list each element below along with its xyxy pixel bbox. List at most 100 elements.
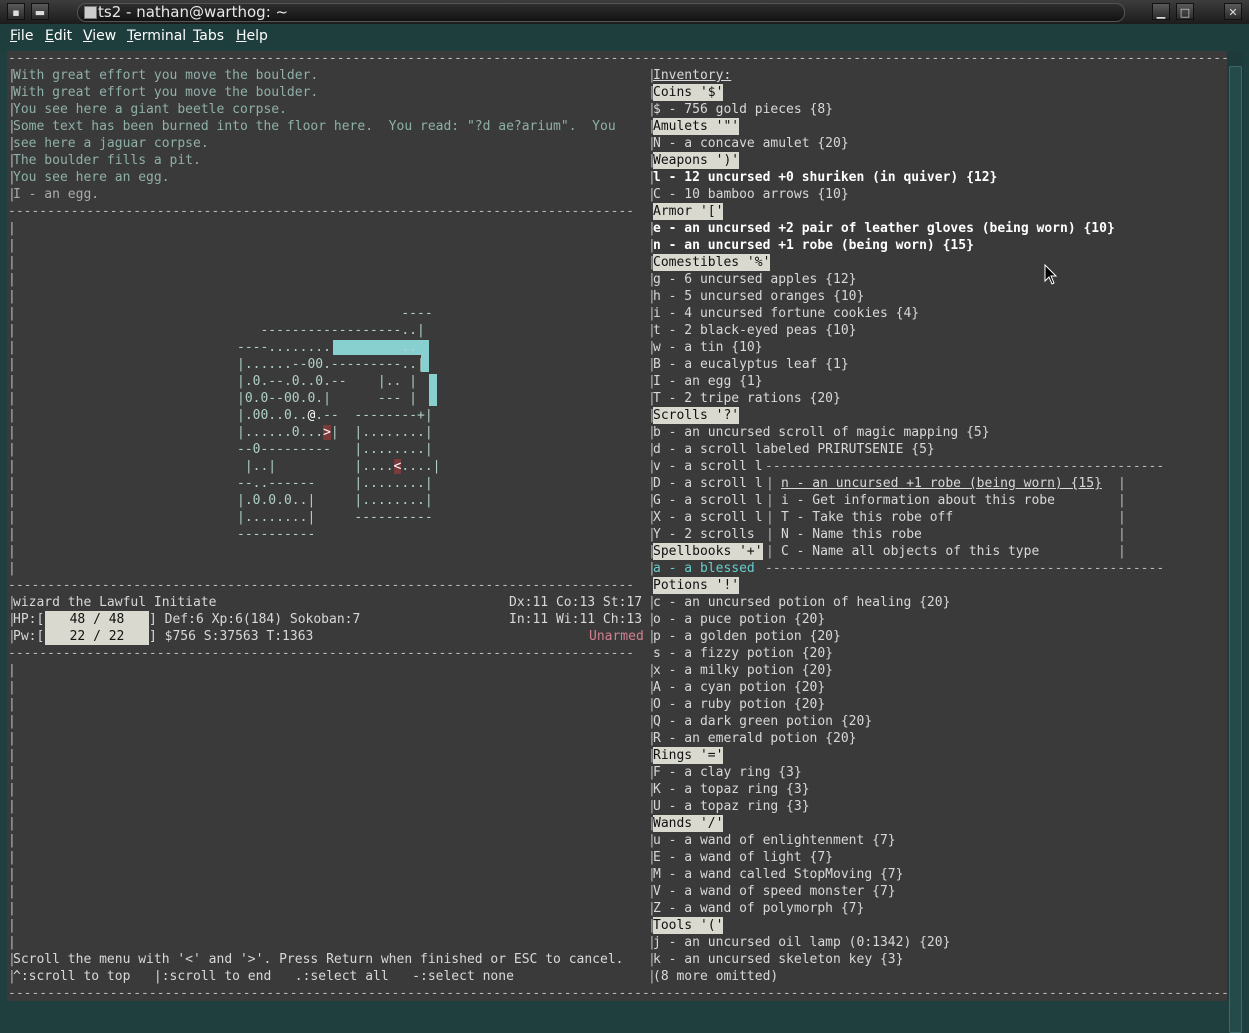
window-titlebar: ▪ ▬ ts2 - nathan@warthog: ~ ▁ □ ✕ (0, 0, 1249, 24)
inventory-item[interactable]: O - a ruby potion {20} (653, 696, 825, 713)
popup-border-bar: | (766, 493, 774, 508)
terminal-scrollbar[interactable] (1227, 51, 1244, 1033)
inventory-item[interactable]: G - a scroll l (653, 492, 763, 509)
inventory-item[interactable]: b - an uncursed scroll of magic mapping … (653, 424, 990, 441)
inventory-item[interactable]: t - 2 black-eyed peas {10} (653, 322, 857, 339)
border-bar: | (8, 187, 16, 202)
maximize-icon[interactable]: □ (1176, 3, 1194, 20)
inventory-item[interactable]: M - a wand called StopMoving {7} (653, 866, 903, 883)
map-row: |......--00.---------..| (237, 357, 425, 372)
border-bar: | (8, 867, 16, 882)
weapon-status: Unarmed (589, 629, 644, 644)
menu-terminal[interactable]: Terminal (127, 28, 186, 44)
inventory-item[interactable]: i - 4 uncursed fortune cookies {4} (653, 305, 919, 322)
inventory-item[interactable]: E - a wand of light {7} (653, 849, 833, 866)
message-line: Some text has been burned into the floor… (13, 119, 616, 134)
close-icon[interactable]: ✕ (1224, 3, 1242, 20)
message-line: You see here a giant beetle corpse. (13, 102, 287, 117)
border-bar: | (8, 918, 16, 933)
inventory-item[interactable]: (8 more omitted) (653, 968, 778, 985)
inventory-item[interactable]: n - an uncursed +1 robe (being worn) {15… (653, 237, 974, 254)
inventory-item[interactable]: N - a concave amulet {20} (653, 135, 849, 152)
inventory-category: Amulets '"' (653, 118, 740, 135)
inventory-item[interactable]: $ - 756 gold pieces {8} (653, 101, 833, 118)
inventory-item[interactable]: Q - a dark green potion {20} (653, 713, 872, 730)
inventory-item[interactable]: U - a topaz ring {3} (653, 798, 810, 815)
inventory-item[interactable]: e - an uncursed +2 pair of leather glove… (653, 220, 1115, 237)
inventory-item[interactable]: l - 12 uncursed +0 shuriken (in quiver) … (653, 169, 997, 186)
border-bar: | (8, 272, 16, 287)
border-bar: | (8, 425, 16, 440)
inventory-item[interactable]: j - an uncursed oil lamp (0:1342) {20} (653, 934, 950, 951)
map-row: ---------- (237, 527, 316, 542)
scrollbar-thumb[interactable] (1229, 66, 1242, 1033)
border-bar: | (8, 527, 16, 542)
inventory-item[interactable]: Z - a wand of polymorph {7} (653, 900, 864, 917)
menubar: File Edit View Terminal Tabs Help (0, 24, 1249, 50)
map-row: |0.0--00.0.| --- | (237, 391, 418, 406)
border-bar: | (8, 357, 16, 372)
map-row: |......0...>| |........| (237, 425, 433, 440)
menu-help[interactable]: Help (236, 28, 268, 44)
inventory-item[interactable]: u - a wand of enlightenment {7} (653, 832, 896, 849)
inventory-item[interactable]: g - 6 uncursed apples {12} (653, 271, 857, 288)
message-line: With great effort you move the boulder. (13, 68, 319, 83)
inventory-item[interactable]: v - a scroll l (653, 458, 763, 475)
minimize-icon[interactable]: ▁ (1152, 3, 1170, 20)
border-bar: | (8, 901, 16, 916)
border-bar: | (8, 391, 16, 406)
inventory-item[interactable]: x - a milky potion {20} (653, 662, 833, 679)
inventory-item[interactable]: w - a tin {10} (653, 339, 763, 356)
inventory-item[interactable]: X - a scroll l (653, 509, 763, 526)
inventory-item[interactable]: T - 2 tripe rations {20} (653, 390, 841, 407)
message-line: With great effort you move the boulder. (13, 85, 319, 100)
terminal-app-icon (84, 6, 97, 19)
inventory-item[interactable]: c - an uncursed potion of healing {20} (653, 594, 950, 611)
inventory-item[interactable]: h - 5 uncursed oranges {10} (653, 288, 864, 305)
popup-option-name[interactable]: N - Name this robe (781, 526, 922, 543)
window-shade-icon[interactable]: ▬ (31, 3, 49, 20)
popup-option-name-all[interactable]: C - Name all objects of this type (781, 543, 1039, 560)
popup-header[interactable]: n - an uncursed +1 robe (being worn) {15… (781, 475, 1102, 492)
menu-edit[interactable]: Edit (45, 28, 72, 44)
inventory-item[interactable]: B - a eucalyptus leaf {1} (653, 356, 849, 373)
inventory-item[interactable]: F - a clay ring {3} (653, 764, 802, 781)
border-bar: | (8, 221, 16, 236)
popup-border-bar: | (1118, 476, 1126, 491)
inventory-item[interactable]: K - a topaz ring {3} (653, 781, 810, 798)
popup-border-bar: | (1118, 527, 1126, 542)
inventory-item[interactable]: o - a puce potion {20} (653, 611, 825, 628)
menu-file[interactable]: File (10, 28, 33, 44)
window-menu-icon[interactable]: ▪ (7, 3, 25, 20)
map-highlight-3 (429, 374, 437, 406)
popup-border-bar: | (766, 510, 774, 525)
popup-border-bar: | (766, 544, 774, 559)
map-row: ---- (237, 306, 433, 321)
inventory-item[interactable]: k - an uncursed skeleton key {3} (653, 951, 903, 968)
inventory-item[interactable]: p - a golden potion {20} (653, 628, 841, 645)
popup-border-bar: | (1118, 493, 1126, 508)
inventory-item[interactable]: V - a wand of speed monster {7} (653, 883, 896, 900)
inventory-item[interactable]: D - a scroll l (653, 475, 763, 492)
map-row: ----........ .. (237, 340, 418, 355)
inventory-item[interactable]: I - an egg {1} (653, 373, 763, 390)
popup-option-take-off[interactable]: T - Take this robe off (781, 509, 953, 526)
inventory-item[interactable]: a - a blessed (653, 560, 755, 577)
menu-tabs[interactable]: Tabs (193, 28, 224, 44)
inventory-item[interactable]: R - an emerald potion {20} (653, 730, 857, 747)
inventory-item[interactable]: d - a scroll labeled PRIRUTSENIE {5} (653, 441, 935, 458)
inventory-item[interactable]: Y - 2 scrolls (653, 526, 755, 543)
map-row: |..| |....<....| (237, 459, 441, 474)
inventory-category: Coins '$' (653, 84, 724, 101)
window-title: ts2 - nathan@warthog: ~ (98, 3, 289, 21)
inventory-item[interactable]: s - a fizzy potion {20} (653, 645, 833, 662)
map-row: |.00..0..@.-- --------+| (237, 408, 433, 423)
popup-option-info[interactable]: i - Get information about this robe (781, 492, 1055, 509)
menu-view[interactable]: View (83, 28, 116, 44)
inventory-category: Weapons ')' (653, 152, 740, 169)
inventory-item[interactable]: A - a cyan potion {20} (653, 679, 825, 696)
border-bar: | (8, 85, 16, 100)
inventory-category: Armor '[' (653, 203, 724, 220)
map-row: ------------------..| (237, 323, 425, 338)
inventory-item[interactable]: C - 10 bamboo arrows {10} (653, 186, 849, 203)
